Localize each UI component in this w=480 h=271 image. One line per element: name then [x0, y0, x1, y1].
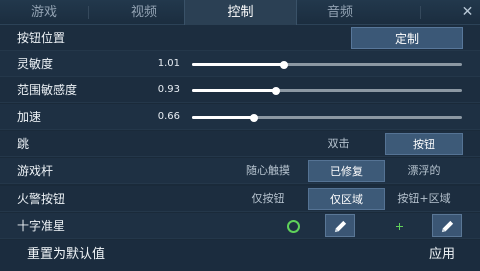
tab-divider: [420, 6, 421, 19]
row-joystick: 游戏杆 随心触摸 已修复 漂浮的: [0, 158, 480, 184]
acceleration-slider-fill: [192, 116, 255, 119]
range-sensitivity-slider-thumb[interactable]: [271, 86, 280, 95]
acceleration-value: 0.66: [157, 111, 180, 122]
row-crosshair: 十字准星: [0, 213, 480, 239]
acceleration-label: 加速: [17, 110, 42, 124]
crosshair-label: 十字准星: [17, 219, 66, 233]
footer-bar: 重置为默认值 应用: [0, 240, 480, 271]
pencil-icon: [441, 220, 454, 233]
edit-crosshair-dot-button[interactable]: [432, 214, 462, 237]
row-acceleration: 加速 0.66: [0, 104, 480, 130]
range-sensitivity-slider-fill: [192, 89, 276, 92]
button-position-label: 按钮位置: [17, 31, 66, 45]
row-fire-button: 火警按钮 仅按钮 仅区域 按钮+区域: [0, 186, 480, 212]
tab-game[interactable]: 游戏: [0, 0, 88, 25]
jump-option-double-tap[interactable]: 双击: [296, 133, 381, 155]
range-sensitivity-label: 范围敏感度: [17, 83, 78, 97]
acceleration-slider[interactable]: [192, 113, 462, 122]
customize-button[interactable]: 定制: [351, 27, 463, 49]
range-sensitivity-value: 0.93: [157, 84, 180, 95]
sensitivity-value: 1.01: [157, 58, 180, 69]
reset-defaults-button[interactable]: 重置为默认值: [27, 240, 105, 271]
sensitivity-slider[interactable]: [192, 60, 462, 69]
tab-audio[interactable]: 音频: [297, 0, 383, 25]
row-button-position: 按钮位置 定制: [0, 25, 480, 51]
tab-controls[interactable]: 控制: [184, 0, 297, 25]
sensitivity-label: 灵敏度: [17, 57, 54, 71]
sensitivity-slider-thumb[interactable]: [279, 60, 288, 69]
jump-option-button[interactable]: 按钮: [385, 133, 463, 155]
pencil-icon: [334, 220, 347, 233]
joystick-option-free-touch[interactable]: 随心触摸: [229, 160, 307, 182]
joystick-label: 游戏杆: [17, 164, 54, 178]
fire-option-button-only[interactable]: 仅按钮: [229, 188, 307, 210]
joystick-option-fixed[interactable]: 已修复: [308, 160, 385, 182]
fire-option-area-only[interactable]: 仅区域: [308, 188, 385, 210]
fire-button-label: 火警按钮: [17, 192, 66, 206]
row-sensitivity: 灵敏度 1.01: [0, 51, 480, 77]
sensitivity-slider-fill: [192, 63, 284, 66]
edit-crosshair-circle-button[interactable]: [325, 214, 355, 237]
joystick-option-floating[interactable]: 漂浮的: [385, 160, 463, 182]
fire-option-button-and-area[interactable]: 按钮+区域: [385, 188, 463, 210]
tab-bar: 游戏 视频 控制 音频 ✕: [0, 0, 480, 25]
row-jump: 跳 双击 按钮: [0, 131, 480, 157]
acceleration-slider-thumb[interactable]: [250, 113, 259, 122]
apply-button[interactable]: 应用: [429, 240, 455, 271]
close-icon[interactable]: ✕: [455, 0, 480, 25]
range-sensitivity-slider[interactable]: [192, 86, 462, 95]
crosshair-circle-icon[interactable]: [287, 220, 300, 233]
row-range-sensitivity: 范围敏感度 0.93: [0, 77, 480, 103]
jump-label: 跳: [17, 137, 30, 151]
crosshair-dot-icon[interactable]: [396, 223, 403, 230]
